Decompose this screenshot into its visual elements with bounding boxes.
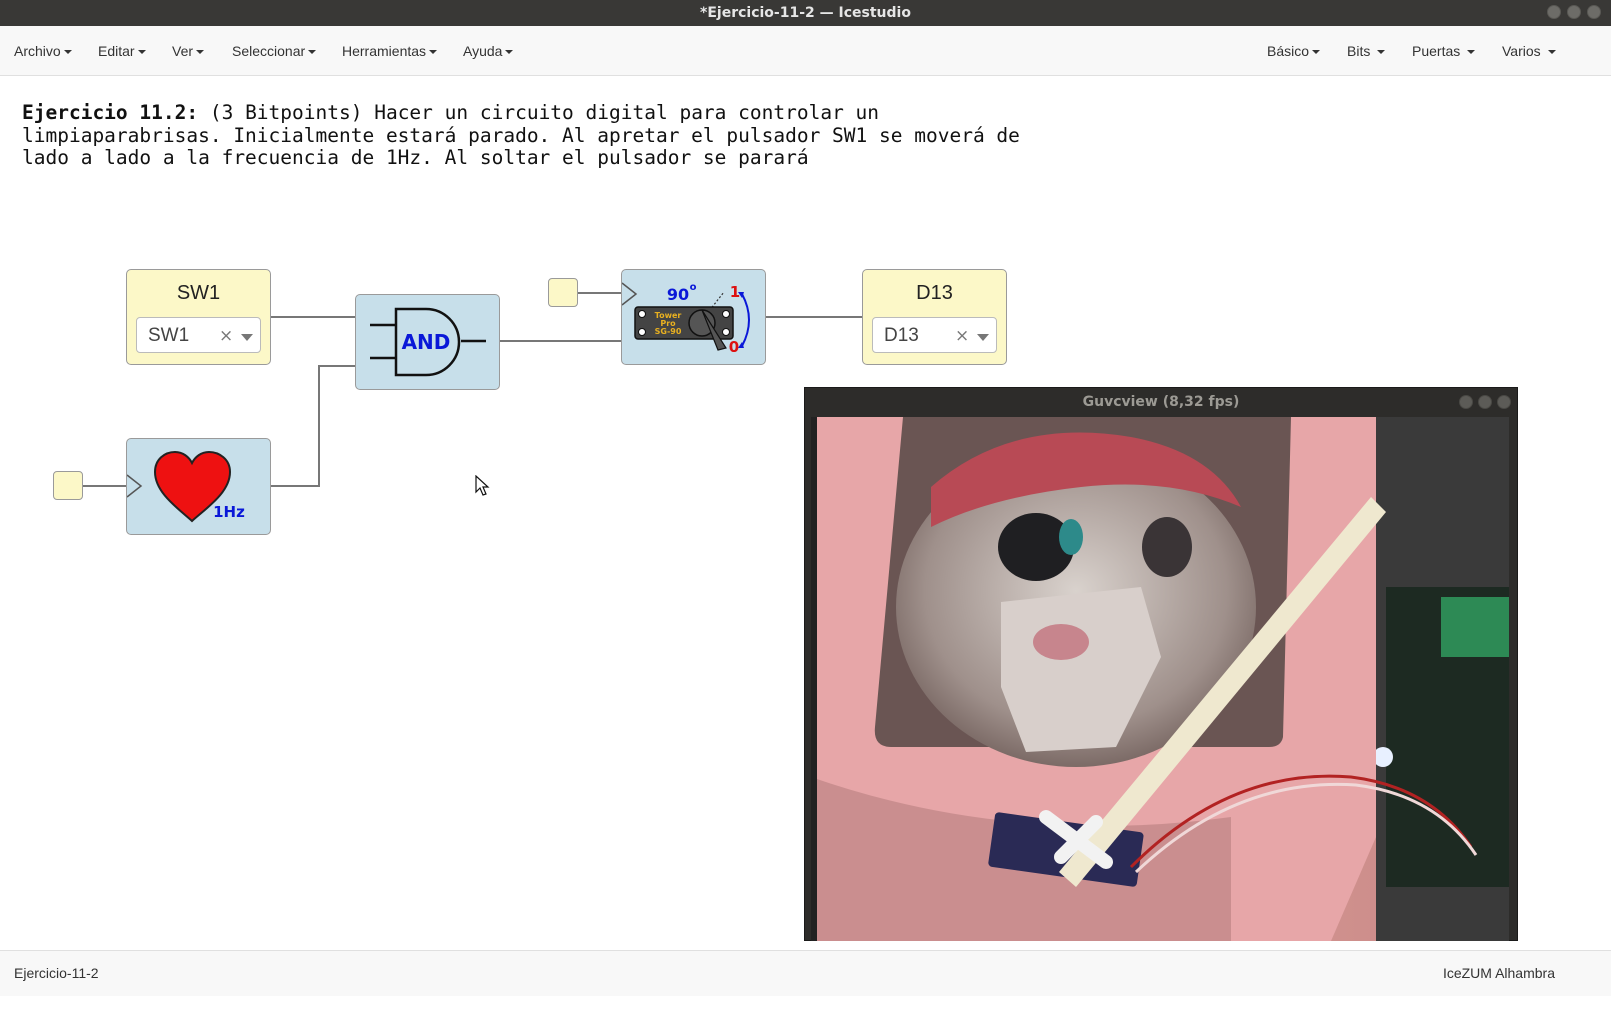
servo-block[interactable]: 90 o 1 0 Tower Pro SG-90 (621, 269, 766, 365)
pin-select-value: D13 (884, 325, 919, 346)
and-gate-icon: AND (370, 307, 486, 377)
wire-clock-and (270, 365, 356, 487)
input-block-sw1[interactable]: SW1 SW1 × (126, 269, 271, 365)
chevron-down-icon[interactable] (241, 334, 253, 341)
clock-input-port[interactable] (53, 471, 83, 500)
chevron-down-icon[interactable] (977, 334, 989, 341)
clear-icon[interactable]: × (219, 326, 233, 346)
servo-arc-arrow-icon (741, 293, 750, 347)
clear-icon[interactable]: × (955, 326, 969, 346)
status-board-name[interactable]: IceZUM Alhambra (1443, 965, 1555, 981)
status-project-name: Ejercicio-11-2 (14, 965, 99, 981)
pin-select[interactable]: SW1 × (136, 317, 261, 353)
clock-block-graphic: 1Hz (127, 450, 245, 523)
input-block-title: SW1 (176, 282, 221, 304)
camera-window[interactable]: Guvcview (8,32 fps) (804, 387, 1518, 941)
camera-feed (811, 417, 1509, 941)
pin-select-value: SW1 (148, 325, 190, 346)
servo-model-label: SG-90 (655, 327, 682, 336)
minimize-button[interactable] (1459, 395, 1473, 409)
servo-motor-icon (634, 306, 734, 340)
output-block-title: D13 (916, 282, 953, 304)
servo-angle-label: 90 (667, 285, 689, 304)
camera-window-title: Guvcview (8,32 fps) (1082, 394, 1240, 410)
servo-block-graphic: 90 o 1 0 Tower Pro SG-90 (622, 282, 750, 356)
servo-zero-label: 0 (729, 338, 739, 356)
servo-degree-label: o (690, 282, 697, 293)
maximize-button[interactable] (1478, 395, 1492, 409)
output-block-d13[interactable]: D13 D13 × (862, 269, 1007, 365)
clock-frequency-label: 1Hz (213, 503, 245, 521)
servo-input-triangle-icon (622, 282, 638, 306)
and-gate-label: AND (402, 330, 451, 354)
pin-select[interactable]: D13 × (872, 317, 997, 353)
camera-feed-image (811, 417, 1509, 941)
mouse-pointer-icon (475, 475, 490, 496)
and-gate-block[interactable]: AND (355, 294, 500, 390)
close-button[interactable] (1497, 395, 1511, 409)
camera-window-controls (1459, 395, 1511, 409)
clock-block[interactable]: 1Hz (126, 438, 271, 535)
clock-input-triangle-icon (127, 474, 143, 498)
statusbar: Ejercicio-11-2 IceZUM Alhambra (0, 950, 1611, 996)
servo-input-port[interactable] (548, 278, 578, 307)
